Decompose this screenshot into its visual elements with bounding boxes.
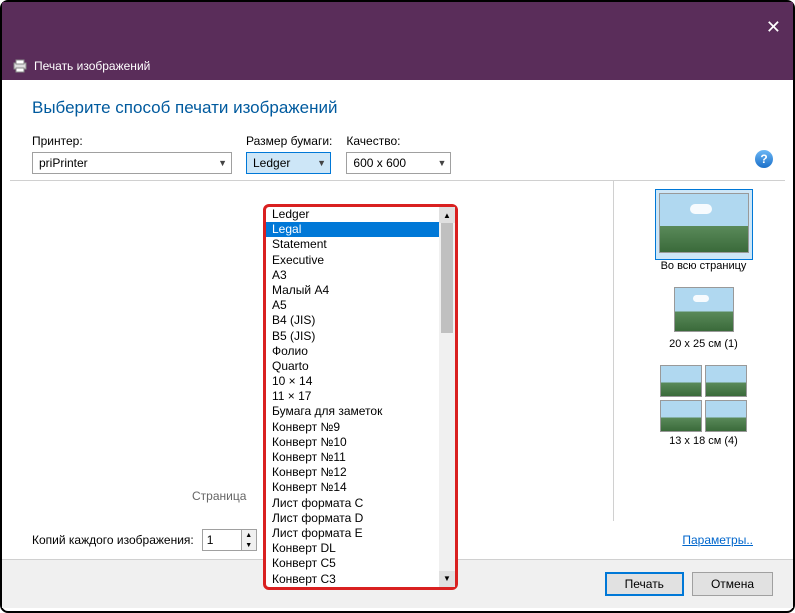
copies-label: Копий каждого изображения: bbox=[32, 533, 194, 547]
titlebar: ✕ bbox=[2, 2, 793, 52]
printer-value: priPrinter bbox=[39, 156, 88, 170]
dropdown-item[interactable]: Legal bbox=[266, 222, 439, 237]
dropdown-item[interactable]: A3 bbox=[266, 268, 439, 283]
dialog-header: Печать изображений bbox=[2, 52, 793, 80]
dropdown-item[interactable]: Конверт DL bbox=[266, 541, 439, 556]
page-label: Страница bbox=[192, 489, 246, 503]
dropdown-item[interactable]: Executive bbox=[266, 253, 439, 268]
paper-combo[interactable]: Ledger ▼ bbox=[246, 152, 331, 174]
printer-combo[interactable]: priPrinter ▼ bbox=[32, 152, 232, 174]
paper-value: Ledger bbox=[253, 156, 290, 170]
layouts-panel: Во всю страницу 20 x 25 см (1) 13 x 18 с… bbox=[613, 181, 793, 521]
dropdown-item[interactable]: Малый A4 bbox=[266, 283, 439, 298]
quality-label: Качество: bbox=[346, 134, 451, 148]
dropdown-item[interactable]: Лист формата D bbox=[266, 511, 439, 526]
dropdown-item[interactable]: Конверт C5 bbox=[266, 556, 439, 571]
spin-down-icon[interactable]: ▼ bbox=[242, 540, 256, 550]
scroll-track[interactable] bbox=[439, 223, 455, 571]
dropdown-item[interactable]: B4 (JIS) bbox=[266, 313, 439, 328]
copies-spinner[interactable]: ▲ ▼ bbox=[202, 529, 257, 551]
chevron-down-icon: ▼ bbox=[317, 158, 326, 168]
quality-value: 600 x 600 bbox=[353, 156, 406, 170]
layout-label: Во всю страницу bbox=[618, 260, 789, 272]
printer-icon bbox=[12, 58, 28, 74]
scroll-down-icon[interactable]: ▼ bbox=[439, 571, 455, 587]
dropdown-item[interactable]: Лист формата C bbox=[266, 496, 439, 511]
spin-up-icon[interactable]: ▲ bbox=[242, 530, 256, 540]
dropdown-item[interactable]: Quarto bbox=[266, 359, 439, 374]
dropdown-item[interactable]: B5 (JIS) bbox=[266, 329, 439, 344]
paper-label: Размер бумаги: bbox=[246, 134, 332, 148]
dropdown-scrollbar[interactable]: ▲ ▼ bbox=[439, 207, 455, 587]
dropdown-item[interactable]: Бумага для заметок bbox=[266, 404, 439, 419]
printer-label: Принтер: bbox=[32, 134, 232, 148]
dropdown-list: LedgerLegalStatementExecutiveA3Малый A4A… bbox=[266, 207, 439, 587]
params-link[interactable]: Параметры.. bbox=[682, 533, 753, 547]
dropdown-item[interactable]: Конверт №14 bbox=[266, 480, 439, 495]
dropdown-item[interactable]: 11 × 17 bbox=[266, 389, 439, 404]
dialog-title: Печать изображений bbox=[34, 59, 150, 73]
dropdown-item[interactable]: Ledger bbox=[266, 207, 439, 222]
dropdown-item[interactable]: A5 bbox=[266, 298, 439, 313]
layout-fullpage[interactable]: Во всю страницу bbox=[618, 189, 789, 272]
chevron-down-icon: ▼ bbox=[437, 158, 446, 168]
dropdown-item[interactable]: Конверт C3 bbox=[266, 572, 439, 587]
dropdown-item[interactable]: Фолио bbox=[266, 344, 439, 359]
scroll-thumb[interactable] bbox=[441, 223, 453, 333]
page-heading: Выберите способ печати изображений bbox=[2, 80, 793, 130]
chevron-down-icon: ▼ bbox=[218, 158, 227, 168]
close-icon[interactable]: ✕ bbox=[766, 17, 781, 38]
layout-label: 20 x 25 см (1) bbox=[618, 338, 789, 350]
copies-input[interactable] bbox=[203, 533, 241, 547]
cancel-button[interactable]: Отмена bbox=[692, 572, 773, 596]
print-button[interactable]: Печать bbox=[605, 572, 684, 596]
dropdown-item[interactable]: 10 × 14 bbox=[266, 374, 439, 389]
controls-row: Принтер: priPrinter ▼ Размер бумаги: Led… bbox=[2, 130, 793, 174]
help-icon[interactable]: ? bbox=[755, 150, 773, 168]
dropdown-item[interactable]: Конверт №9 bbox=[266, 420, 439, 435]
layout-20x25[interactable]: 20 x 25 см (1) bbox=[618, 284, 789, 350]
dropdown-item[interactable]: Statement bbox=[266, 237, 439, 252]
dropdown-item[interactable]: Конверт №12 bbox=[266, 465, 439, 480]
layout-13x18[interactable]: 13 x 18 см (4) bbox=[618, 362, 789, 447]
paper-dropdown: LedgerLegalStatementExecutiveA3Малый A4A… bbox=[263, 204, 458, 590]
dropdown-item[interactable]: Конверт №10 bbox=[266, 435, 439, 450]
scroll-up-icon[interactable]: ▲ bbox=[439, 207, 455, 223]
dropdown-item[interactable]: Конверт №11 bbox=[266, 450, 439, 465]
quality-combo[interactable]: 600 x 600 ▼ bbox=[346, 152, 451, 174]
layout-label: 13 x 18 см (4) bbox=[618, 435, 789, 447]
dropdown-item[interactable]: Лист формата E bbox=[266, 526, 439, 541]
